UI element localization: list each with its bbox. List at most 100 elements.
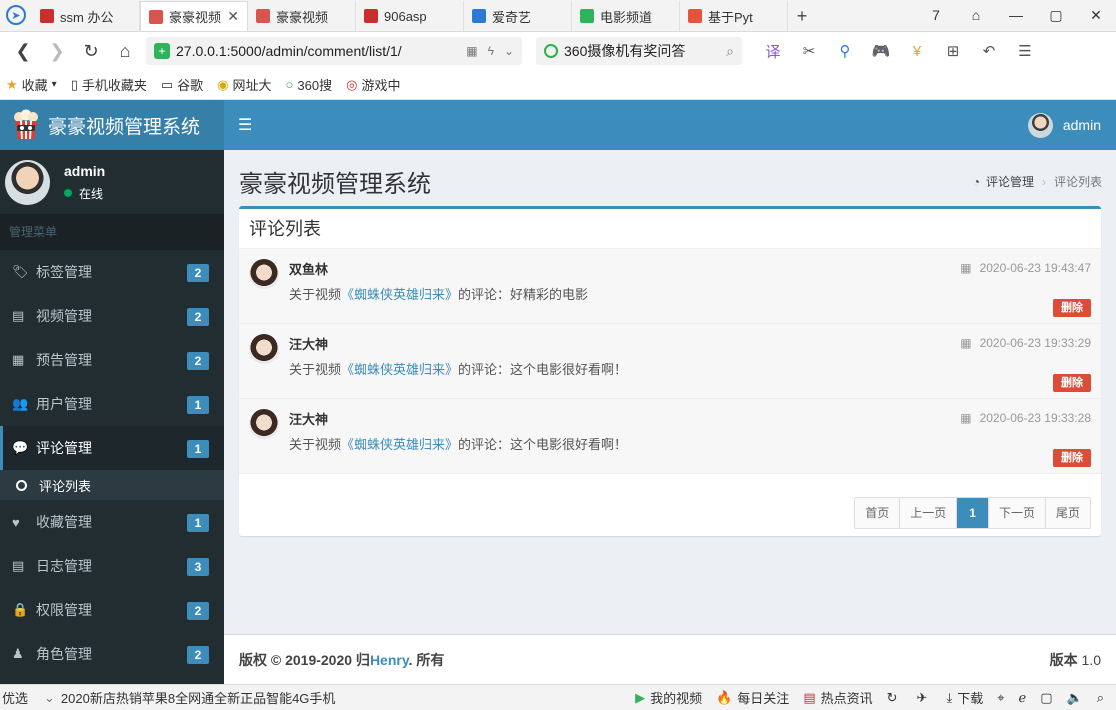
sidebar-item-label: 标签管理	[36, 264, 92, 280]
close-window-icon[interactable]: ✕	[1076, 7, 1116, 24]
delete-button[interactable]: 删除	[1053, 449, 1091, 467]
sidebar-subitem-label: 评论列表	[39, 478, 92, 494]
sidebar-item-favorites[interactable]: ♥ 收藏管理 1	[0, 500, 224, 544]
browser-tab-7[interactable]: 基于Pyt	[680, 1, 788, 31]
refresh-button[interactable]: ↻	[887, 690, 903, 706]
window-icon[interactable]: ▢	[1040, 690, 1052, 706]
gamepad-icon[interactable]: 🎮	[870, 42, 892, 60]
translate-icon[interactable]: 译	[762, 41, 784, 62]
back-button[interactable]: ❮	[6, 36, 40, 66]
count-badge: 2	[187, 264, 209, 282]
comment-prefix: 关于视频	[289, 287, 342, 302]
new-tab-button[interactable]: +	[788, 1, 816, 31]
sidebar-item-roles[interactable]: ♟ 角色管理 2	[0, 632, 224, 676]
my-videos-button[interactable]: ▶ 我的视频	[635, 688, 702, 707]
browser-tab-3[interactable]: 豪豪视频	[248, 1, 356, 31]
skin-icon[interactable]: ⌂	[956, 7, 996, 23]
browser-tab-6[interactable]: 电影频道	[572, 1, 680, 31]
news-ticker[interactable]: 优选 ⌄ 2020新店热销苹果8全网通全新正品智能4G手机	[2, 688, 335, 707]
film-icon: ▦	[12, 352, 25, 367]
daily-focus-button[interactable]: 🔥 每日关注	[716, 688, 789, 707]
browser-tab-5[interactable]: 爱奇艺	[464, 1, 572, 31]
sidebar-subitem-comment-list[interactable]: 评论列表	[0, 470, 224, 500]
comment-list-box: 评论列表 双鱼林 关于视频《蜘蛛侠英雄归来》的评论：好精彩的电影 ▦ 2020-0…	[239, 206, 1101, 536]
menu-icon[interactable]: ☰	[1014, 42, 1036, 60]
page-last-button[interactable]: 尾页	[1045, 498, 1090, 528]
maximize-icon[interactable]: ▢	[1036, 7, 1076, 24]
reload-button[interactable]: ↻	[74, 36, 108, 66]
app-logo[interactable]: 豪豪视频管理系统	[0, 100, 224, 150]
status-item-label: 热点资讯	[820, 691, 873, 706]
timestamp: 2020-06-23 19:33:29	[979, 336, 1091, 350]
bookmark-360search[interactable]: ○ 360搜	[286, 75, 333, 94]
author-link[interactable]: Henry	[370, 652, 409, 668]
chevron-down-icon[interactable]: ⌄	[504, 44, 514, 58]
user-panel: admin 在线	[0, 150, 224, 214]
browser-tab-2-active[interactable]: 豪豪视频 ✕	[140, 1, 248, 31]
tab-title: 豪豪视频	[276, 9, 329, 25]
sidebar-item-users[interactable]: 👥 用户管理 1	[0, 382, 224, 426]
sidebar-toggle-icon[interactable]: ☰	[238, 115, 252, 135]
sidebar-item-videos[interactable]: ▤ 视频管理 2	[0, 294, 224, 338]
video-link[interactable]: 《蜘蛛侠英雄归来》	[341, 362, 458, 377]
search-input[interactable]: 360摄像机有奖问答 ⌕	[536, 37, 742, 65]
bookmark-games[interactable]: ◎ 游戏中	[346, 75, 400, 94]
page-prev-button[interactable]: 上一页	[900, 498, 958, 528]
minimize-icon[interactable]: —	[996, 7, 1036, 23]
cleaner-icon[interactable]: ⌖	[997, 690, 1004, 706]
coupon-icon[interactable]: ¥	[906, 43, 928, 60]
tab-favicon-icon	[40, 9, 54, 23]
delete-button[interactable]: 删除	[1053, 374, 1091, 392]
comment-time: ▦ 2020-06-23 19:33:29	[960, 336, 1091, 350]
grid-icon[interactable]: ⊞	[942, 42, 964, 60]
qr-icon[interactable]: ▦	[466, 44, 477, 58]
app-title: 豪豪视频管理系统	[48, 116, 201, 138]
ie-icon[interactable]: ℯ	[1019, 690, 1027, 706]
volume-icon[interactable]: 🔈	[1067, 690, 1083, 706]
forward-button[interactable]: ❯	[40, 36, 74, 66]
search-icon[interactable]: ⌕	[726, 43, 734, 60]
magnifier-icon[interactable]: ⚲	[834, 42, 856, 60]
sidebar-item-logs[interactable]: ▤ 日志管理 3	[0, 544, 224, 588]
speedup-button[interactable]: ✈	[917, 690, 933, 706]
tab-title: 906asp	[384, 8, 427, 24]
lightning-icon[interactable]: ϟ	[488, 44, 494, 58]
browser-logo-icon[interactable]: ➤	[0, 0, 32, 31]
bookmark-google[interactable]: ▭ 谷歌	[161, 75, 203, 94]
hot-news-button[interactable]: ▤ 热点资讯	[803, 688, 872, 707]
download-button[interactable]: ⤓ 下载	[946, 688, 983, 707]
sidebar-item-comments[interactable]: 💬 评论管理 1	[0, 426, 224, 470]
home-button[interactable]: ⌂	[108, 36, 142, 66]
user-status: 在线	[64, 185, 105, 202]
version-number: 1.0	[1081, 651, 1101, 668]
bookmark-sites[interactable]: ◉ 网址大	[217, 75, 271, 94]
sidebar-item-label: 收藏管理	[36, 514, 92, 530]
breadcrumb-parent-link[interactable]: 评论管理	[986, 173, 1034, 190]
url-input[interactable]: + 27.0.0.1:5000/admin/comment/list/1/ ▦ …	[146, 37, 522, 65]
sidebar-item-previews[interactable]: ▦ 预告管理 2	[0, 338, 224, 382]
undo-icon[interactable]: ↶	[978, 42, 1000, 60]
page-first-button[interactable]: 首页	[855, 498, 901, 528]
video-link[interactable]: 《蜘蛛侠英雄归来》	[341, 437, 458, 452]
sidebar-item-permissions[interactable]: 🔒 权限管理 2	[0, 588, 224, 632]
page-next-button[interactable]: 下一页	[988, 498, 1046, 528]
zoom-icon[interactable]: ⌕	[1097, 690, 1104, 706]
bookmark-favorites[interactable]: ★ 收藏 ▾	[6, 75, 57, 94]
comment-item: 汪大神 关于视频《蜘蛛侠英雄归来》的评论：这个电影很好看啊！ ▦ 2020-06-…	[239, 399, 1101, 474]
page-icon: ▭	[160, 76, 174, 92]
tab-title: 豪豪视频	[169, 10, 222, 25]
browser-tab-4[interactable]: 906asp	[356, 1, 464, 31]
delete-button[interactable]: 删除	[1053, 299, 1091, 317]
sidebar-item-tags[interactable]: 🏷 标签管理 2	[0, 250, 224, 294]
browser-tab-1[interactable]: ssm 办公	[32, 1, 140, 31]
scissors-icon[interactable]: ✂	[798, 42, 820, 60]
bookmark-mobile[interactable]: ▯ 手机收藏夹	[71, 75, 147, 94]
page-current-button[interactable]: 1	[957, 498, 989, 528]
tab-close-icon[interactable]: ✕	[227, 8, 239, 25]
chevron-down-icon: ⌄	[44, 689, 55, 705]
tab-count-icon[interactable]: 7	[916, 7, 956, 23]
avatar	[1027, 112, 1053, 138]
url-text: 27.0.0.1:5000/admin/comment/list/1/	[176, 43, 402, 59]
video-link[interactable]: 《蜘蛛侠英雄归来》	[341, 287, 458, 302]
header-user-menu[interactable]: admin	[1027, 112, 1101, 138]
